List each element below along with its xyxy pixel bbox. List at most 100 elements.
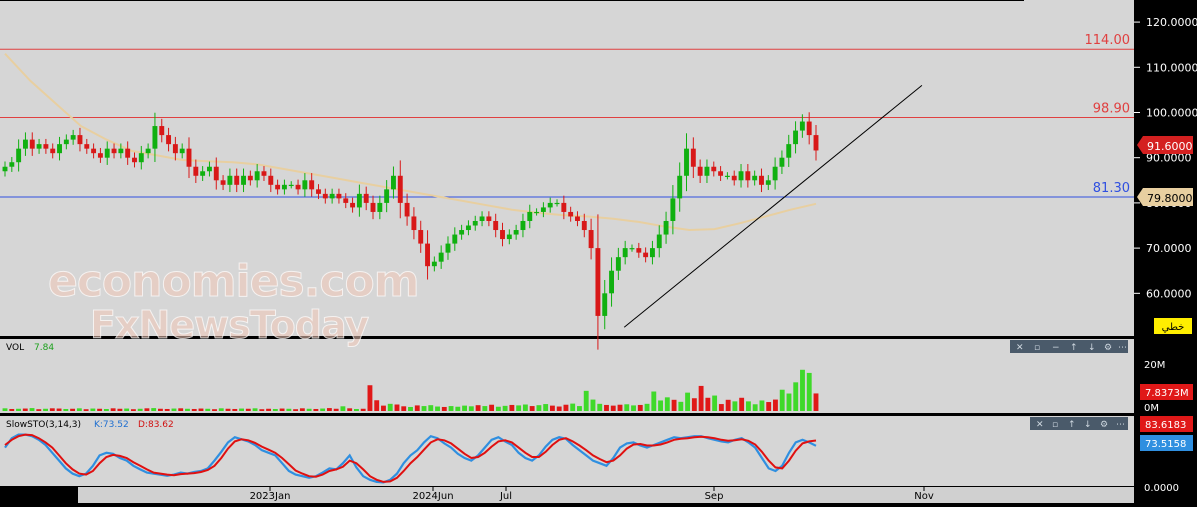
candle-body bbox=[302, 180, 308, 190]
candle-body bbox=[50, 148, 56, 154]
volume-bar bbox=[16, 408, 21, 411]
stochastic-k-badge: 73.5158 bbox=[1140, 435, 1193, 451]
price-axis[interactable]: 120.0000110.0000100.000090.000080.000070… bbox=[1134, 16, 1197, 300]
candle-body bbox=[336, 193, 342, 199]
volume-move-up-icon[interactable]: ↑ bbox=[1070, 343, 1078, 353]
volume-move-down-icon[interactable]: ↓ bbox=[1088, 343, 1096, 353]
volume-bar bbox=[773, 399, 778, 411]
volume-restore-icon[interactable]: ▫ bbox=[1034, 343, 1040, 353]
volume-tick-20m: 20M bbox=[1144, 360, 1165, 371]
volume-bar bbox=[489, 404, 495, 411]
candle-body bbox=[322, 193, 328, 199]
watermark-line1: economies.com bbox=[48, 256, 419, 307]
candle-body bbox=[554, 202, 560, 205]
level-label: 98.90 bbox=[1093, 101, 1130, 116]
stochastic-move-down-icon[interactable]: ↓ bbox=[1084, 420, 1092, 430]
candle-body bbox=[690, 148, 696, 167]
volume-bar bbox=[252, 408, 258, 411]
time-tick-label: Jul bbox=[499, 491, 512, 502]
stochastic-restore-icon[interactable]: ▫ bbox=[1052, 420, 1058, 430]
volume-minimize-icon[interactable]: − bbox=[1052, 343, 1060, 353]
candle-body bbox=[493, 220, 499, 231]
volume-bar bbox=[130, 409, 136, 411]
stochastic-d-badge: 83.6183 bbox=[1140, 416, 1193, 432]
level-label: 114.00 bbox=[1085, 33, 1131, 48]
volume-bar bbox=[712, 395, 718, 411]
candle-body bbox=[241, 175, 246, 185]
candle-body bbox=[520, 220, 526, 231]
candle-body bbox=[663, 220, 669, 235]
volume-settings-icon[interactable]: ⚙ bbox=[1104, 343, 1112, 353]
volume-bar bbox=[644, 403, 650, 411]
volume-bar bbox=[421, 406, 427, 411]
candle-body bbox=[104, 148, 110, 158]
volume-bar bbox=[313, 408, 319, 411]
volume-bar bbox=[718, 404, 724, 411]
candle-body bbox=[118, 148, 124, 154]
volume-bar bbox=[367, 385, 373, 411]
volume-bar bbox=[239, 408, 244, 411]
volume-bar bbox=[617, 404, 623, 411]
candle-body bbox=[431, 261, 437, 267]
candle-body bbox=[438, 252, 444, 262]
volume-more-icon[interactable]: ⋯ bbox=[1118, 343, 1127, 353]
candle-body bbox=[636, 248, 642, 253]
volume-bar bbox=[259, 409, 265, 411]
candle-body bbox=[779, 157, 785, 167]
chart-type-button[interactable]: خطي bbox=[1154, 318, 1192, 334]
volume-bar bbox=[691, 398, 697, 411]
volume-bar bbox=[360, 408, 366, 411]
candle-body bbox=[595, 248, 601, 316]
candle-body bbox=[588, 230, 594, 249]
volume-bar bbox=[516, 405, 522, 411]
volume-bar bbox=[590, 399, 596, 411]
volume-bar bbox=[725, 399, 731, 411]
volume-bar bbox=[475, 405, 481, 411]
candle-body bbox=[404, 202, 410, 217]
candle-body bbox=[793, 130, 799, 145]
volume-bar bbox=[414, 405, 420, 411]
volume-bar bbox=[381, 405, 386, 411]
candle-body bbox=[22, 139, 28, 149]
volume-panel-bg[interactable] bbox=[0, 339, 1134, 413]
volume-bar bbox=[56, 408, 62, 411]
stochastic-settings-icon[interactable]: ⚙ bbox=[1100, 420, 1108, 430]
candle-body bbox=[377, 202, 383, 212]
volume-bar bbox=[83, 409, 89, 411]
volume-bar bbox=[2, 408, 8, 411]
volume-close-icon[interactable]: ✕ bbox=[1016, 343, 1024, 353]
candle-body bbox=[295, 184, 301, 190]
candle-body bbox=[656, 234, 662, 249]
time-tick-label: Nov bbox=[914, 491, 934, 502]
candle-body bbox=[677, 175, 683, 199]
candle-body bbox=[309, 180, 315, 190]
level-label: 81.30 bbox=[1093, 181, 1130, 196]
volume-bar bbox=[502, 405, 508, 411]
time-tick-label: Sep bbox=[705, 491, 724, 502]
ma-value-badge: 79.8000 bbox=[1137, 188, 1193, 206]
stochastic-d-label: 83.6183 bbox=[1145, 420, 1186, 431]
stochastic-close-icon[interactable]: ✕ bbox=[1036, 420, 1044, 430]
volume-bar bbox=[245, 408, 251, 411]
candle-body bbox=[786, 144, 792, 158]
candle-body bbox=[391, 175, 396, 190]
volume-bar bbox=[759, 400, 765, 411]
volume-bar bbox=[272, 408, 278, 411]
candle-body bbox=[247, 175, 253, 181]
volume-bar bbox=[124, 408, 130, 411]
candle-body bbox=[145, 148, 151, 154]
volume-bar bbox=[597, 403, 603, 411]
candle-body bbox=[91, 148, 97, 154]
candle-body bbox=[649, 248, 655, 258]
candle-body bbox=[70, 135, 76, 140]
time-tick-label: 2024Jun bbox=[412, 491, 453, 502]
volume-bar bbox=[779, 389, 785, 411]
volume-bar bbox=[536, 405, 542, 411]
stochastic-move-up-icon[interactable]: ↑ bbox=[1068, 420, 1076, 430]
candle-body bbox=[36, 144, 42, 149]
stochastic-more-icon[interactable]: ⋯ bbox=[1116, 420, 1125, 430]
candle-body bbox=[43, 144, 49, 149]
candle-body bbox=[9, 162, 15, 167]
volume-bar bbox=[604, 404, 609, 411]
candle-body bbox=[370, 202, 376, 212]
